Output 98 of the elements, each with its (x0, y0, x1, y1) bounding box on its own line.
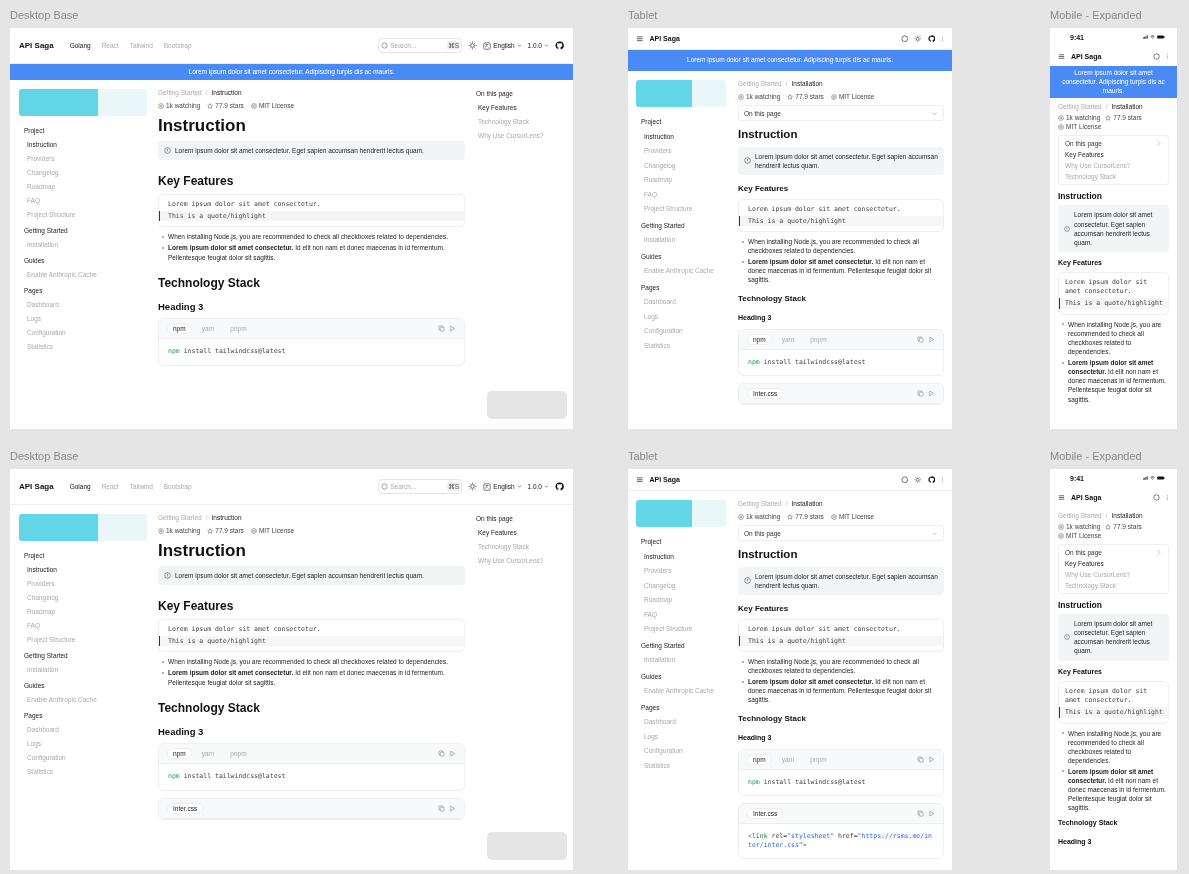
search-icon[interactable] (1153, 493, 1160, 501)
section-heading: Key Features (738, 184, 790, 194)
caret-icon (516, 43, 522, 48)
page-title: Instruction (158, 116, 247, 137)
copy-icon[interactable] (438, 804, 445, 812)
search-icon[interactable] (900, 34, 908, 43)
menu-icon[interactable] (636, 475, 644, 484)
caret-icon (544, 484, 549, 489)
license-icon (1058, 532, 1064, 539)
caret-icon (544, 43, 549, 48)
page-title: Instruction (1058, 191, 1103, 202)
copy-icon[interactable] (438, 750, 445, 758)
menu-icon[interactable] (1058, 493, 1065, 501)
github-icon[interactable] (555, 41, 564, 50)
eye-icon (738, 93, 744, 100)
chevron-right-icon[interactable] (1155, 139, 1162, 147)
play-icon[interactable] (928, 809, 935, 817)
eye-icon (158, 102, 164, 109)
play-icon[interactable] (449, 750, 456, 758)
eye-icon (158, 527, 164, 534)
eye-icon (1058, 523, 1064, 530)
translate-icon (483, 41, 492, 50)
section-heading: Technology Stack (158, 700, 261, 716)
section-heading: Technology Stack (738, 713, 807, 724)
caret-icon (516, 484, 522, 489)
sun-icon[interactable] (468, 482, 478, 491)
info-icon (164, 572, 171, 580)
frame-label: Mobile - Expanded (1050, 449, 1143, 463)
section-heading: Technology Stack (158, 275, 261, 291)
license-icon (1058, 123, 1064, 130)
star-icon (787, 93, 794, 100)
page-title: Instruction (738, 128, 799, 142)
signal-icon (1143, 35, 1148, 39)
subheading: Heading 3 (158, 301, 205, 313)
frame-label: Desktop Base (10, 8, 80, 22)
section-heading: Technology Stack (738, 293, 807, 304)
menu-icon[interactable] (1058, 52, 1065, 60)
more-icon[interactable] (1166, 493, 1169, 501)
license-icon (250, 527, 257, 534)
license-icon (830, 93, 837, 100)
info-icon (1064, 225, 1070, 232)
copy-icon[interactable] (917, 335, 924, 343)
menu-icon[interactable] (636, 34, 644, 43)
copy-icon[interactable] (917, 809, 924, 817)
star-icon (207, 527, 214, 534)
play-icon[interactable] (928, 389, 935, 397)
info-icon (1064, 634, 1070, 641)
wifi-icon (1150, 35, 1155, 39)
license-icon (830, 513, 837, 520)
info-icon (164, 147, 171, 155)
frame-label: Tablet (628, 8, 659, 22)
play-icon[interactable] (928, 755, 935, 763)
frame-label: Mobile - Expanded (1050, 8, 1143, 22)
section-heading: Key Features (158, 599, 235, 614)
chevron-right-icon[interactable] (1155, 548, 1162, 556)
wifi-icon (1150, 476, 1155, 480)
chevron-down-icon (931, 109, 938, 117)
star-icon (1105, 523, 1112, 530)
github-icon[interactable] (927, 34, 935, 43)
battery-icon (1157, 476, 1165, 480)
battery-icon (1157, 35, 1165, 39)
star-icon (207, 102, 214, 109)
play-icon[interactable] (928, 335, 935, 343)
page-title: Instruction (158, 541, 247, 562)
frame-label: Desktop Base (10, 449, 80, 463)
search-icon (381, 42, 389, 49)
sun-icon[interactable] (914, 475, 922, 484)
section-heading: Key Features (158, 174, 235, 189)
info-icon (744, 577, 751, 585)
page-title: Instruction (738, 548, 799, 562)
github-icon[interactable] (927, 475, 935, 484)
subheading: Heading 3 (158, 726, 205, 738)
search-icon (381, 483, 389, 490)
page-title: Instruction (1058, 600, 1103, 611)
chevron-down-icon (931, 529, 938, 537)
star-icon (1105, 114, 1112, 121)
copy-icon[interactable] (917, 755, 924, 763)
play-icon[interactable] (449, 804, 456, 812)
copy-icon[interactable] (438, 325, 445, 333)
site-logo[interactable]: API Saga (19, 482, 54, 491)
license-icon (250, 102, 257, 109)
github-icon[interactable] (555, 482, 564, 491)
eye-icon (1058, 114, 1064, 121)
more-icon[interactable] (1166, 52, 1169, 60)
site-logo[interactable]: API Saga (19, 41, 54, 50)
signal-icon (1143, 476, 1148, 480)
sun-icon[interactable] (914, 34, 922, 43)
info-icon (744, 157, 751, 165)
play-icon[interactable] (449, 325, 456, 333)
star-icon (787, 513, 794, 520)
eye-icon (738, 513, 744, 520)
search-icon[interactable] (900, 475, 908, 484)
search-icon[interactable] (1153, 52, 1160, 60)
sun-icon[interactable] (468, 41, 478, 50)
translate-icon (483, 482, 492, 491)
section-heading: Key Features (738, 604, 790, 614)
frame-label: Tablet (628, 449, 659, 463)
copy-icon[interactable] (917, 389, 924, 397)
